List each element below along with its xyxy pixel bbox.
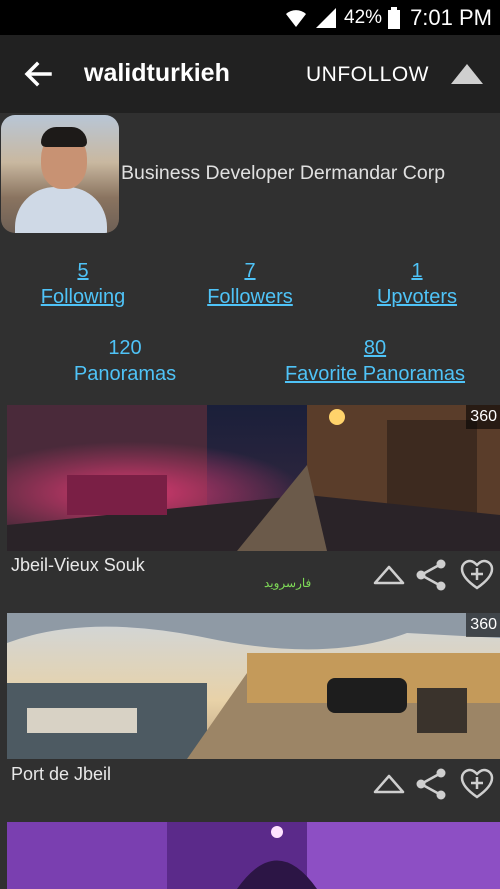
favorite-heart-icon[interactable] [460, 768, 494, 800]
battery-icon [388, 6, 401, 29]
following-count: 5 [77, 260, 89, 282]
panorama-thumbnail[interactable]: 360 [7, 405, 500, 551]
upvote-triangle-icon[interactable] [373, 774, 405, 794]
favorites-stat[interactable]: 80 Favorite Panoramas [270, 335, 480, 387]
panoramas-label: Panoramas [73, 363, 177, 385]
battery-percent: 42% [344, 6, 383, 28]
following-stat[interactable]: 5 Following [18, 258, 148, 310]
back-arrow-icon[interactable] [22, 59, 54, 89]
profile-bio: Business Developer Dermandar Corp [121, 162, 446, 184]
clock: 7:01 PM [410, 4, 492, 30]
avatar [1, 115, 119, 233]
followers-stat[interactable]: 7 Followers [185, 258, 315, 310]
share-icon[interactable] [414, 559, 448, 591]
followers-count: 7 [244, 260, 256, 282]
app-bar: walidturkieh UNFOLLOW [0, 35, 500, 113]
wifi-icon [286, 9, 307, 27]
collapse-triangle-icon[interactable] [451, 64, 483, 84]
panoramas-count: 120 [108, 337, 142, 359]
panorama-actions [370, 557, 496, 593]
panoramas-stat[interactable]: 120 Panoramas [55, 335, 195, 387]
panorama-title: Port de Jbeil [11, 764, 112, 784]
unfollow-button[interactable]: UNFOLLOW [306, 63, 429, 87]
badge-360: 360 [466, 405, 500, 429]
panorama-image-purple [7, 822, 500, 889]
panorama-thumbnail[interactable] [7, 822, 500, 889]
favorites-count: 80 [363, 337, 387, 359]
upvote-triangle-icon[interactable] [373, 565, 405, 585]
upvoters-stat[interactable]: 1 Upvoters [352, 258, 482, 310]
panorama-actions [370, 766, 496, 802]
upvoters-count: 1 [411, 260, 423, 282]
page-title: walidturkieh [84, 59, 230, 87]
following-label: Following [40, 286, 126, 308]
favorites-label: Favorite Panoramas [284, 363, 466, 385]
watermark: فارسروید [264, 576, 312, 590]
panorama-thumbnail[interactable]: 360 [7, 613, 500, 759]
badge-360: 360 [466, 613, 500, 637]
panorama-title: Jbeil-Vieux Souk [11, 555, 145, 575]
followers-label: Followers [207, 286, 293, 308]
share-icon[interactable] [414, 768, 448, 800]
upvoters-label: Upvoters [376, 286, 458, 308]
signal-icon [316, 7, 337, 28]
panorama-image-souk [7, 405, 500, 551]
status-bar: 42% 7:01 PM [0, 0, 500, 35]
panorama-image-port [7, 613, 500, 759]
favorite-heart-icon[interactable] [460, 559, 494, 591]
